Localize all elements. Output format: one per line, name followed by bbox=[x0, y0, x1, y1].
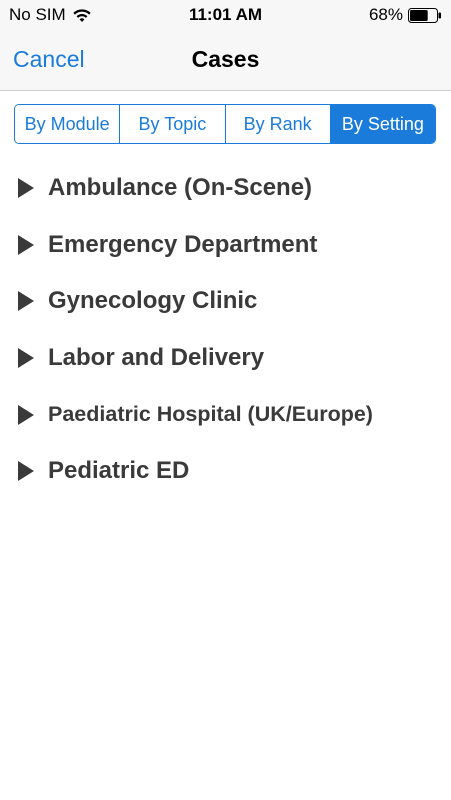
status-right: 68% bbox=[369, 5, 442, 25]
disclosure-triangle-icon bbox=[18, 461, 34, 482]
list-item-label: Ambulance (On-Scene) bbox=[48, 174, 313, 202]
list-item[interactable]: Gynecology Clinic bbox=[0, 273, 451, 330]
page-title: Cases bbox=[191, 46, 260, 72]
list-item-label: Emergency Department bbox=[48, 230, 318, 258]
list-item-label: Gynecology Clinic bbox=[48, 287, 258, 315]
list-item[interactable]: Ambulance (On-Scene) bbox=[0, 160, 451, 217]
list-item-label: Paediatric Hospital (UK/Europe) bbox=[48, 402, 373, 427]
list-item[interactable]: Labor and Delivery bbox=[0, 330, 451, 387]
disclosure-triangle-icon bbox=[18, 291, 34, 312]
segment-by-rank[interactable]: By Rank bbox=[225, 105, 331, 143]
disclosure-triangle-icon bbox=[18, 234, 34, 255]
battery-icon bbox=[408, 7, 441, 23]
list-item-label: Labor and Delivery bbox=[48, 344, 265, 372]
sort-segmented-control: By Module By Topic By Rank By Setting bbox=[14, 104, 436, 144]
battery-percent: 68% bbox=[368, 5, 403, 24]
navigation-bar: Cancel Cases bbox=[0, 30, 451, 91]
list-item[interactable]: Paediatric Hospital (UK/Europe) bbox=[0, 386, 451, 443]
list-item-label: Pediatric ED bbox=[48, 457, 190, 485]
disclosure-triangle-icon bbox=[18, 348, 34, 369]
segment-by-topic[interactable]: By Topic bbox=[120, 105, 226, 143]
list-item[interactable]: Pediatric ED bbox=[0, 443, 451, 500]
status-bar: No SIM 11:01 AM 68% bbox=[0, 0, 451, 30]
segment-by-setting[interactable]: By Setting bbox=[330, 105, 435, 143]
cases-list: Ambulance (On-Scene) Emergency Departmen… bbox=[0, 160, 451, 500]
segment-by-module[interactable]: By Module bbox=[15, 105, 121, 143]
disclosure-triangle-icon bbox=[18, 178, 34, 199]
disclosure-triangle-icon bbox=[18, 404, 34, 425]
list-item[interactable]: Emergency Department bbox=[0, 217, 451, 274]
